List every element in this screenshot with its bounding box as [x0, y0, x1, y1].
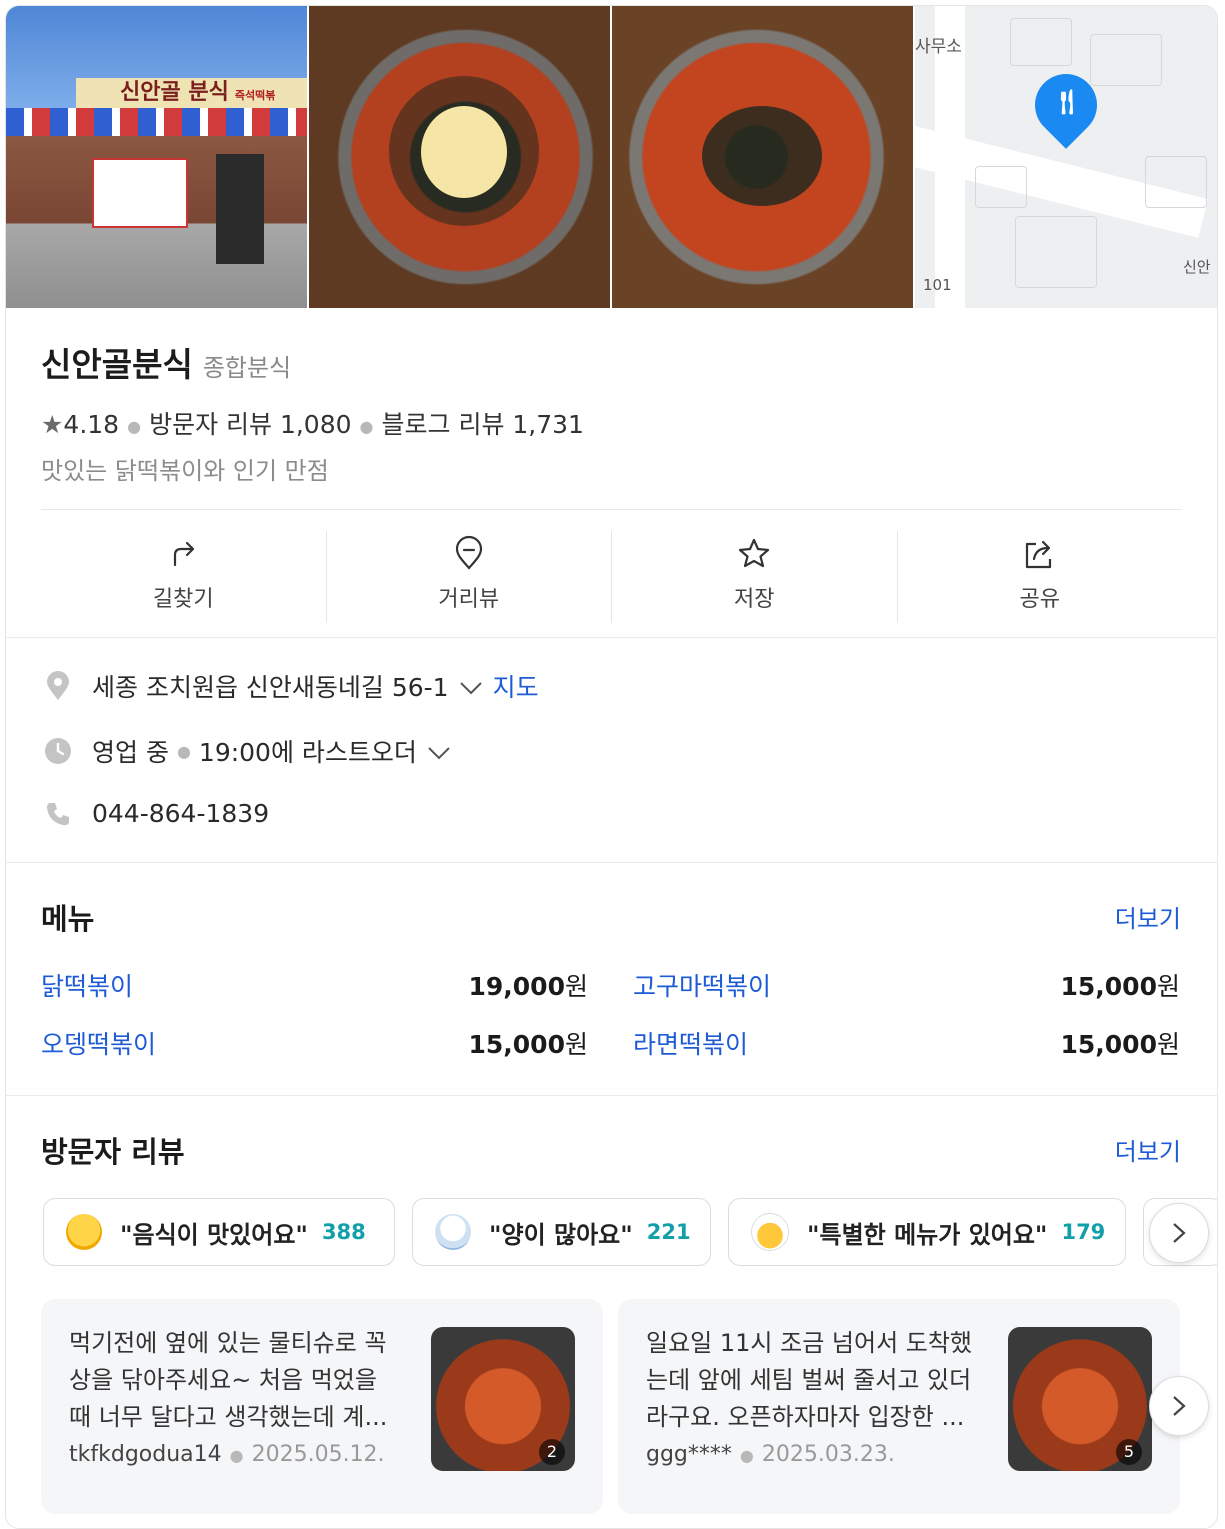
review-meta: ggg**** ● 2025.03.23. — [646, 1442, 895, 1467]
location-icon — [44, 671, 72, 701]
map-thumbnail[interactable]: 사무소 101 신안 🍴︎ — [915, 6, 1217, 308]
window-poster — [92, 158, 188, 228]
menu-item-price: 15,000원 — [1060, 972, 1181, 1001]
action-bar: 길찾기 거리뷰 저장 공유 — [41, 531, 1182, 623]
phone-row: 044-864-1839 — [44, 799, 269, 828]
photo-count-badge: 5 — [1116, 1439, 1142, 1465]
open-status: 영업 중 — [92, 738, 169, 767]
blog-reviews-link[interactable]: 블로그 리뷰 1,731 — [382, 410, 584, 439]
share-icon — [898, 535, 1183, 573]
review-date: 2025.03.23. — [761, 1442, 895, 1467]
review-text: 일요일 11시 조금 넘어서 도착했는데 앞에 세팀 벌써 줄서고 있더라구요.… — [646, 1329, 973, 1431]
address-row: 세종 조치원읍 신안새동네길 56-1 지도 — [44, 668, 539, 704]
visitor-reviews-link[interactable]: 방문자 리뷰 1,080 — [149, 410, 351, 439]
food-photo-2[interactable] — [612, 6, 913, 308]
phone-number[interactable]: 044-864-1839 — [92, 799, 269, 828]
rating-value: 4.18 — [63, 410, 120, 439]
share-button[interactable]: 공유 — [896, 531, 1183, 623]
location-pin-outline-icon — [327, 535, 612, 573]
menu-item-name[interactable]: 고구마떡볶이 — [633, 967, 771, 1003]
menu-section-title: 메뉴 — [41, 902, 95, 936]
place-description: 맛있는 닭떡볶이와 인기 만점 — [41, 457, 329, 485]
door — [216, 154, 264, 264]
star-icon: ★ — [41, 410, 64, 439]
storefront-photo[interactable]: 신안골 분식즉석떡볶 T.864 — [6, 6, 307, 308]
address-text: 세종 조치원읍 신안새동네길 56-1 — [92, 673, 449, 702]
menu-item-price: 15,000원 — [1060, 1030, 1181, 1059]
menu-item-name[interactable]: 라면떡볶이 — [633, 1025, 748, 1061]
place-title-row: 신안골분식 종합분식 — [41, 338, 291, 386]
menu-item-price: 19,000원 — [468, 972, 589, 1001]
rice-bowl-emoji-icon — [435, 1214, 471, 1250]
menu-more-link[interactable]: 더보기 — [1115, 899, 1181, 934]
clock-icon — [44, 737, 72, 765]
chef-emoji-icon — [751, 1213, 789, 1251]
save-button[interactable]: 저장 — [611, 531, 897, 623]
review-date: 2025.05.12. — [251, 1442, 385, 1467]
reviews-more-link[interactable]: 더보기 — [1115, 1132, 1181, 1167]
reviews-section-title: 방문자 리뷰 — [41, 1135, 185, 1169]
place-category: 종합분식 — [202, 354, 292, 382]
hours-text: 19:00에 라스트오더 — [198, 738, 417, 767]
map-label-office: 사무소 — [915, 37, 962, 57]
keyword-chip[interactable]: "양이 많아요" 221 — [412, 1198, 711, 1266]
phone-icon — [44, 800, 72, 828]
map-link[interactable]: 지도 — [493, 668, 539, 704]
place-card: 신안골 분식즉석떡볶 T.864 사무소 101 신안 🍴︎ — [5, 5, 1218, 1529]
review-text: 먹기전에 옆에 있는 물티슈로 꼭 상을 닦아주세요~ 처음 먹었을 때 너무 … — [69, 1329, 388, 1431]
hours-row: 영업 중 ● 19:00에 라스트오더 — [44, 733, 461, 769]
star-outline-icon — [612, 535, 897, 573]
chevron-right-icon[interactable] — [1149, 1376, 1209, 1436]
chevron-down-icon[interactable] — [459, 672, 483, 701]
chevron-down-icon[interactable] — [427, 737, 451, 766]
awning — [6, 108, 307, 136]
place-name[interactable]: 신안골분식 — [41, 345, 193, 384]
keyword-chip[interactable]: "특별한 메뉴가 있어요" 179 — [728, 1198, 1126, 1266]
map-label-number: 101 — [923, 276, 952, 294]
directions-button[interactable]: 길찾기 — [41, 531, 326, 623]
rating-row: ★4.18 ● 방문자 리뷰 1,080 ● 블로그 리뷰 1,731 — [41, 410, 584, 439]
photo-strip: 신안골 분식즉석떡볶 T.864 사무소 101 신안 🍴︎ — [6, 6, 1217, 308]
photo-count-badge: 2 — [539, 1439, 565, 1465]
menu-item-price: 15,000원 — [468, 1030, 589, 1059]
smiley-emoji-icon — [66, 1214, 102, 1250]
keyword-chip[interactable]: "음식이 맛있어요" 388 — [43, 1198, 395, 1266]
chevron-right-icon[interactable] — [1149, 1203, 1209, 1263]
review-meta: tkfkdgodua14 ● 2025.05.12. — [69, 1442, 385, 1467]
store-sign: 신안골 분식즉석떡볶 T.864 — [76, 78, 307, 135]
map-label-road: 신안 — [1183, 258, 1211, 276]
review-author: tkfkdgodua14 — [69, 1442, 222, 1467]
food-photo-1[interactable] — [309, 6, 610, 308]
street-view-button[interactable]: 거리뷰 — [325, 531, 612, 623]
review-card[interactable]: 일요일 11시 조금 넘어서 도착했는데 앞에 세팀 벌써 줄서고 있더라구요.… — [618, 1299, 1180, 1514]
menu-item-name[interactable]: 오뎅떡볶이 — [41, 1025, 156, 1061]
directions-arrow-icon — [41, 535, 326, 573]
review-card[interactable]: 먹기전에 옆에 있는 물티슈로 꼭 상을 닦아주세요~ 처음 먹었을 때 너무 … — [41, 1299, 603, 1514]
fork-knife-icon: 🍴︎ — [1051, 88, 1083, 116]
review-author: ggg**** — [646, 1442, 732, 1467]
menu-item-name[interactable]: 닭떡볶이 — [41, 967, 133, 1003]
